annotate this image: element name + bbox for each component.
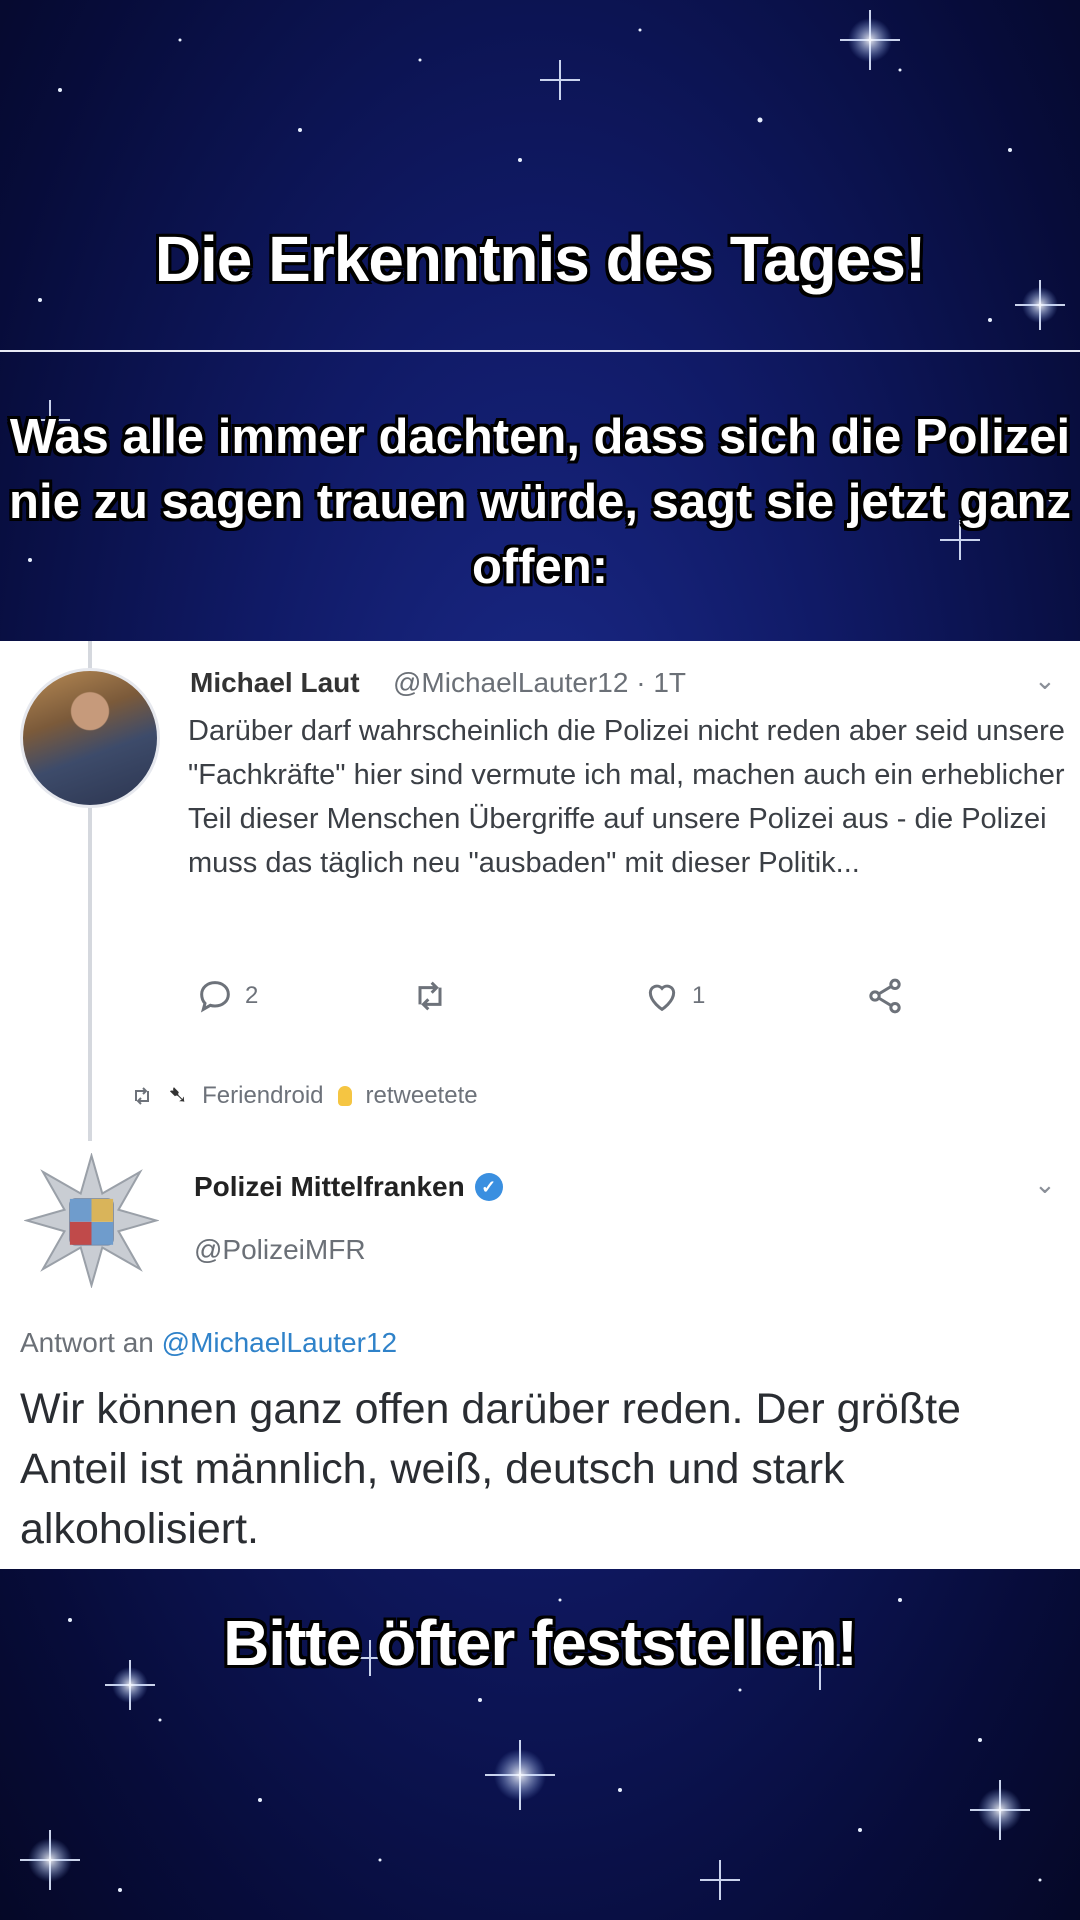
tweet1-actions: 2 1 [195, 976, 975, 1026]
chevron-down-icon[interactable]: ⌄ [1034, 1169, 1056, 1200]
pointer-icon: ➷ [168, 1082, 189, 1109]
reply-button[interactable]: 2 [195, 976, 258, 1016]
tweet2-body: Wir können ganz offen darüber reden. Der… [20, 1385, 961, 1553]
like-button[interactable]: 1 [642, 976, 705, 1016]
verified-icon: ✓ [474, 1173, 503, 1201]
like-icon [648, 984, 676, 1012]
footer-caption: Bitte öfter feststellen! [223, 1607, 858, 1679]
retweet-label: retweetete [365, 1081, 478, 1109]
retweet-icon [418, 981, 442, 1011]
retweet-icon [135, 1086, 149, 1105]
retweet-indicator: ➷ Feriendroid retweetete [130, 1081, 478, 1110]
retweeter-name[interactable]: Feriendroid [202, 1082, 323, 1110]
reply-count: 2 [245, 982, 259, 1009]
share-button[interactable] [865, 976, 905, 1016]
tweet2-author-handle[interactable]: @PolizeiMFR [194, 1234, 366, 1266]
tweet1-author-handle[interactable]: @MichaelLauter12 · 1T [393, 667, 686, 699]
tweet2-author-label: Polizei Mittelfranken [194, 1171, 465, 1202]
tweet-screenshot: Michael Laut @MichaelLauter12 · 1T ⌄ Dar… [0, 641, 1080, 1569]
police-badge-icon[interactable] [24, 1153, 159, 1288]
reply-prefix: Antwort an [20, 1327, 154, 1358]
retweet-button[interactable] [410, 976, 450, 1016]
avatar[interactable] [20, 668, 160, 808]
lightbulb-icon [337, 1085, 352, 1106]
headline-caption: Die Erkenntnis des Tages! [154, 223, 927, 295]
chevron-down-icon[interactable]: ⌄ [1034, 665, 1056, 696]
share-icon [869, 978, 901, 1014]
reply-to-line: Antwort an @MichaelLauter12 [20, 1327, 397, 1359]
reply-to-handle[interactable]: @MichaelLauter12 [162, 1327, 397, 1358]
reply-icon [200, 981, 230, 1013]
like-count: 1 [692, 982, 706, 1009]
divider-line [0, 350, 1080, 352]
subline-caption: Was alle immer dachten, dass sich die Po… [9, 410, 1071, 594]
tweet1-body: Darüber darf wahrscheinlich die Polizei … [188, 715, 1065, 879]
tweet1-author-name[interactable]: Michael Laut [190, 667, 360, 699]
tweet2-author-name[interactable]: Polizei Mittelfranken ✓ [194, 1171, 503, 1203]
